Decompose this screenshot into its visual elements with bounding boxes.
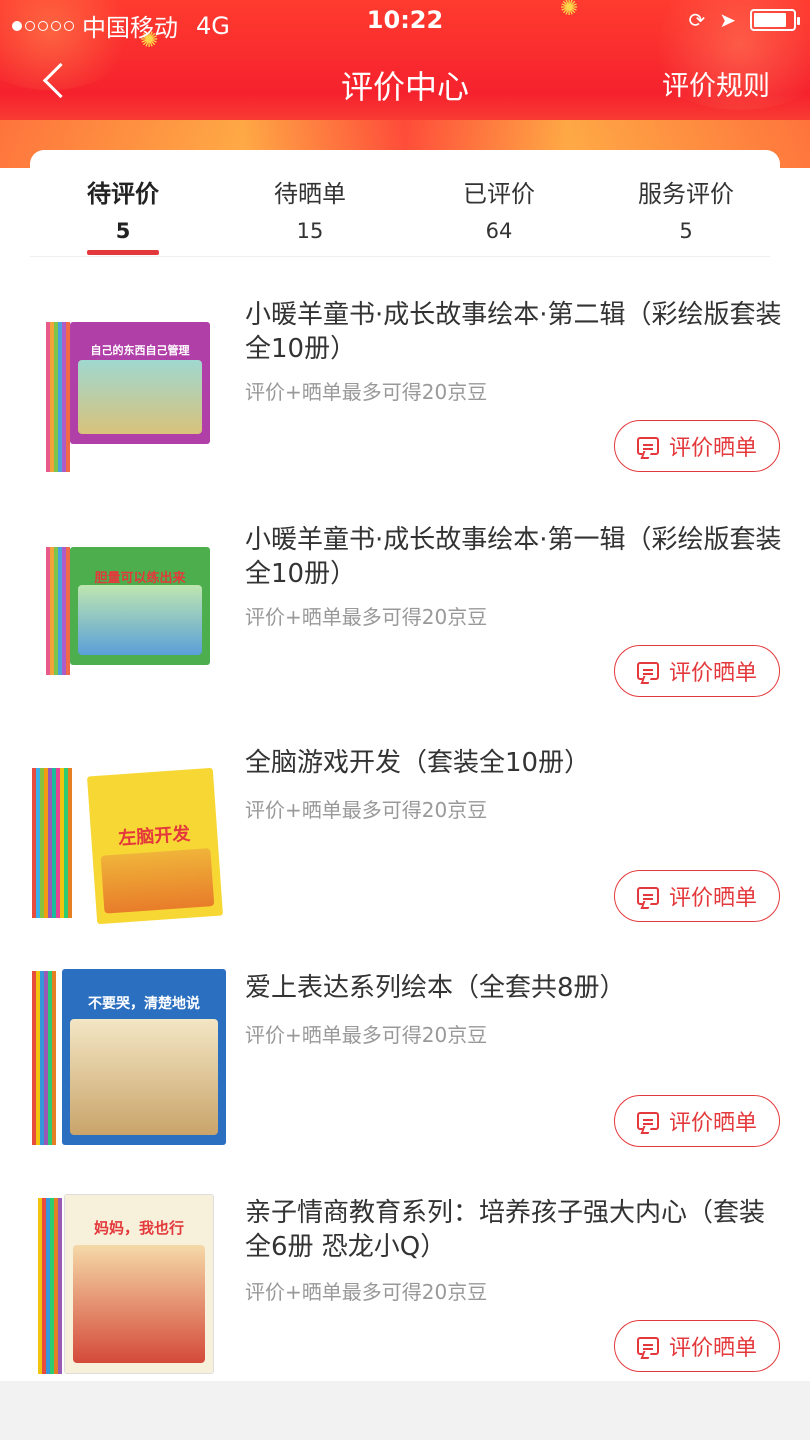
tab-count: 64 [485, 219, 513, 243]
tab-label: 已评价 [463, 180, 535, 208]
review-share-button[interactable]: 评价晒单 [614, 420, 780, 472]
tab-count: 5 [115, 219, 131, 243]
cover-title: 不要哭，清楚地说 [88, 996, 200, 1012]
reward-text: 评价+晒单最多可得20京豆 [245, 380, 488, 404]
product-title[interactable]: 亲子情商教育系列：培养孩子强大内心（套装全6册 恐龙小Q） [245, 1196, 785, 1264]
status-bar: 中国移动 4G 10:22 ⟳ ➤ [0, 0, 810, 44]
review-rules-link[interactable]: 评价规则 [662, 64, 770, 103]
cover-title: 自己的东西自己管理 [90, 344, 190, 357]
product-image[interactable]: 胆量可以练出来 [28, 535, 226, 725]
button-label: 评价晒单 [668, 436, 757, 461]
book-cover: 左脑开发 [86, 767, 224, 925]
tab-label: 服务评价 [638, 180, 734, 208]
button-label: 评价晒单 [668, 1111, 757, 1136]
reward-text: 评价+晒单最多可得20京豆 [245, 605, 488, 629]
nav-bar: 评价中心 评价规则 [0, 50, 810, 116]
review-share-button[interactable]: 评价晒单 [614, 1320, 780, 1372]
battery-icon [750, 9, 800, 31]
review-share-button[interactable]: 评价晒单 [614, 1095, 780, 1147]
book-cover: 妈妈，我也行 [64, 1194, 214, 1374]
tab-bar: 待评价 5 待晒单 15 已评价 64 服务评价 5 [30, 150, 780, 260]
active-tab-indicator [87, 250, 159, 255]
product-item[interactable]: 不要哭，清楚地说 爱上表达系列绘本（全套共8册） 评价+晒单最多可得20京豆 评… [0, 955, 810, 1180]
book-cover: 自己的东西自己管理 [70, 322, 210, 444]
product-item[interactable]: 自己的东西自己管理 小暖羊童书·成长故事绘本·第二辑（彩绘版套装全10册） 评价… [0, 280, 810, 505]
product-image[interactable]: 左脑开发 [28, 758, 226, 948]
reward-text: 评价+晒单最多可得20京豆 [245, 1280, 488, 1304]
reward-text: 评价+晒单最多可得20京豆 [245, 798, 488, 822]
divider [30, 256, 770, 257]
product-item[interactable]: 妈妈，我也行 亲子情商教育系列：培养孩子强大内心（套装全6册 恐龙小Q） 评价+… [0, 1180, 810, 1405]
product-title[interactable]: 小暖羊童书·成长故事绘本·第一辑（彩绘版套装全10册） [245, 523, 785, 591]
comment-icon [636, 1112, 659, 1130]
tab-count: 15 [296, 219, 324, 243]
product-image[interactable]: 自己的东西自己管理 [28, 310, 226, 500]
product-title[interactable]: 爱上表达系列绘本（全套共8册） [245, 971, 785, 1005]
book-cover: 不要哭，清楚地说 [62, 969, 226, 1145]
reward-text: 评价+晒单最多可得20京豆 [245, 1023, 488, 1047]
location-icon: ➤ [719, 8, 736, 32]
tab-service-review[interactable]: 服务评价 5 [606, 174, 766, 243]
comment-icon [636, 1337, 659, 1355]
comment-icon [636, 662, 659, 680]
cover-title: 左脑开发 [117, 823, 191, 850]
product-item[interactable]: 胆量可以练出来 小暖羊童书·成长故事绘本·第一辑（彩绘版套装全10册） 评价+晒… [0, 505, 810, 730]
comment-icon [636, 887, 659, 905]
header-banner: ✺ ✺ 中国移动 4G 10:22 ⟳ ➤ 评价中心 评价规则 [0, 0, 810, 170]
bottom-area [0, 1381, 810, 1440]
tab-reviewed[interactable]: 已评价 64 [419, 174, 579, 243]
button-label: 评价晒单 [668, 1336, 757, 1361]
product-item[interactable]: 左脑开发 全脑游戏开发（套装全10册） 评价+晒单最多可得20京豆 评价晒单 [0, 730, 810, 955]
rotation-lock-icon: ⟳ [688, 8, 706, 32]
tab-label: 待晒单 [274, 180, 346, 208]
tab-pending-share[interactable]: 待晒单 15 [230, 174, 390, 243]
product-title[interactable]: 全脑游戏开发（套装全10册） [245, 746, 785, 780]
review-share-button[interactable]: 评价晒单 [614, 870, 780, 922]
cover-title: 胆量可以练出来 [94, 571, 186, 586]
button-label: 评价晒单 [668, 886, 757, 911]
product-title[interactable]: 小暖羊童书·成长故事绘本·第二辑（彩绘版套装全10册） [245, 298, 785, 366]
tab-label: 待评价 [87, 180, 159, 208]
comment-icon [636, 437, 659, 455]
product-image[interactable]: 妈妈，我也行 [28, 1190, 226, 1380]
book-cover: 胆量可以练出来 [70, 547, 210, 665]
tab-pending-review[interactable]: 待评价 5 [43, 174, 203, 243]
button-label: 评价晒单 [668, 661, 757, 686]
product-image[interactable]: 不要哭，清楚地说 [28, 965, 226, 1155]
cover-title: 妈妈，我也行 [93, 1219, 184, 1237]
review-share-button[interactable]: 评价晒单 [614, 645, 780, 697]
tab-count: 5 [679, 219, 693, 243]
